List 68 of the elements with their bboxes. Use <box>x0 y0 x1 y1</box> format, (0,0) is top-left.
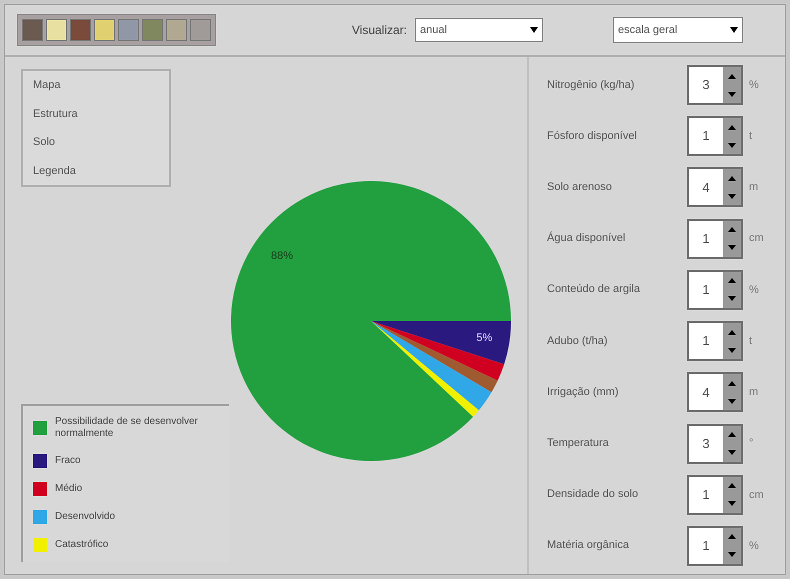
unit-label: ° <box>749 436 754 452</box>
down-arrow-icon[interactable] <box>728 194 736 199</box>
spin-box[interactable]: 1 <box>687 526 743 566</box>
up-arrow-icon[interactable] <box>728 534 736 540</box>
spin-box[interactable]: 1 <box>687 270 743 310</box>
spin-box[interactable]: 3 <box>687 65 743 105</box>
spin-box[interactable]: 1 <box>687 474 743 515</box>
spin-box[interactable]: 1 <box>687 321 743 362</box>
up-arrow-icon[interactable] <box>728 278 736 284</box>
spin-box[interactable]: 3 <box>687 424 743 464</box>
legend-label: Fraco <box>55 455 81 467</box>
legend-label: Possibilidade de se desenvolver normalmente <box>55 416 199 440</box>
up-arrow-icon[interactable] <box>728 176 736 181</box>
legend-label: Desenvolvido <box>55 511 116 523</box>
parameter-label: Solo arenoso <box>547 180 613 194</box>
palette-button[interactable] <box>94 19 115 41</box>
caret-icon <box>730 27 738 33</box>
unit-label: t <box>749 334 752 349</box>
list-item[interactable]: Estrutura <box>33 106 159 122</box>
list-item[interactable]: Legenda <box>33 162 159 179</box>
scale-dropdown[interactable]: escala geral <box>613 17 743 43</box>
unit-label: cm <box>749 231 764 246</box>
parameter-label: Matéria orgânica <box>547 539 630 552</box>
spin-box[interactable]: 1 <box>687 116 743 156</box>
view-dropdown[interactable]: anual <box>415 18 543 42</box>
up-arrow-icon[interactable] <box>728 330 736 335</box>
up-arrow-icon[interactable] <box>728 380 736 386</box>
up-arrow-icon[interactable] <box>728 124 736 130</box>
parameter-label: Nitrogênio (kg/ha) <box>547 78 636 92</box>
down-arrow-icon[interactable] <box>728 296 736 302</box>
slice-label: 5% <box>476 331 492 344</box>
unit-label: m <box>749 180 758 196</box>
down-arrow-icon[interactable] <box>728 398 736 404</box>
parameter-label: Densidade do solo <box>547 488 640 502</box>
legend-label: Catastrófico <box>55 539 108 551</box>
down-arrow-icon[interactable] <box>728 450 736 456</box>
down-arrow-icon[interactable] <box>728 552 736 558</box>
spin-box[interactable]: 4 <box>687 372 743 412</box>
spin-box[interactable]: 1 <box>687 218 743 259</box>
down-arrow-icon[interactable] <box>728 501 736 506</box>
unit-label: m <box>749 385 758 400</box>
unit-label: % <box>749 282 759 298</box>
parameter-label: Irrigação (mm) <box>547 386 620 399</box>
spin-box[interactable]: 4 <box>687 167 743 208</box>
slice-label: 88% <box>271 250 294 262</box>
parameter-label: Água disponível <box>547 232 626 246</box>
down-arrow-icon[interactable] <box>728 348 736 353</box>
legend-label: Médio <box>55 483 82 495</box>
down-arrow-icon[interactable] <box>728 142 736 148</box>
down-arrow-icon[interactable] <box>728 92 736 96</box>
up-arrow-icon[interactable] <box>728 74 736 78</box>
up-arrow-icon[interactable] <box>728 227 736 232</box>
view-label: Visualizar: <box>352 22 407 39</box>
unit-label: % <box>749 538 759 554</box>
up-arrow-icon[interactable] <box>728 432 736 438</box>
up-arrow-icon[interactable] <box>728 483 736 488</box>
parameter-label: Fósforo disponível <box>547 130 638 143</box>
caret-icon <box>530 27 538 33</box>
palette-button[interactable] <box>46 19 67 41</box>
down-arrow-icon[interactable] <box>728 245 736 250</box>
unit-label: t <box>749 128 752 144</box>
parameter-label: Temperatura <box>547 437 610 450</box>
list-item[interactable]: Solo <box>33 134 159 150</box>
parameter-label: Adubo (t/ha) <box>547 334 609 348</box>
parameter-label: Conteúdo de argila <box>547 283 641 296</box>
unit-label: % <box>749 78 759 93</box>
list-item[interactable]: Mapa <box>33 77 159 94</box>
unit-label: cm <box>749 488 764 502</box>
